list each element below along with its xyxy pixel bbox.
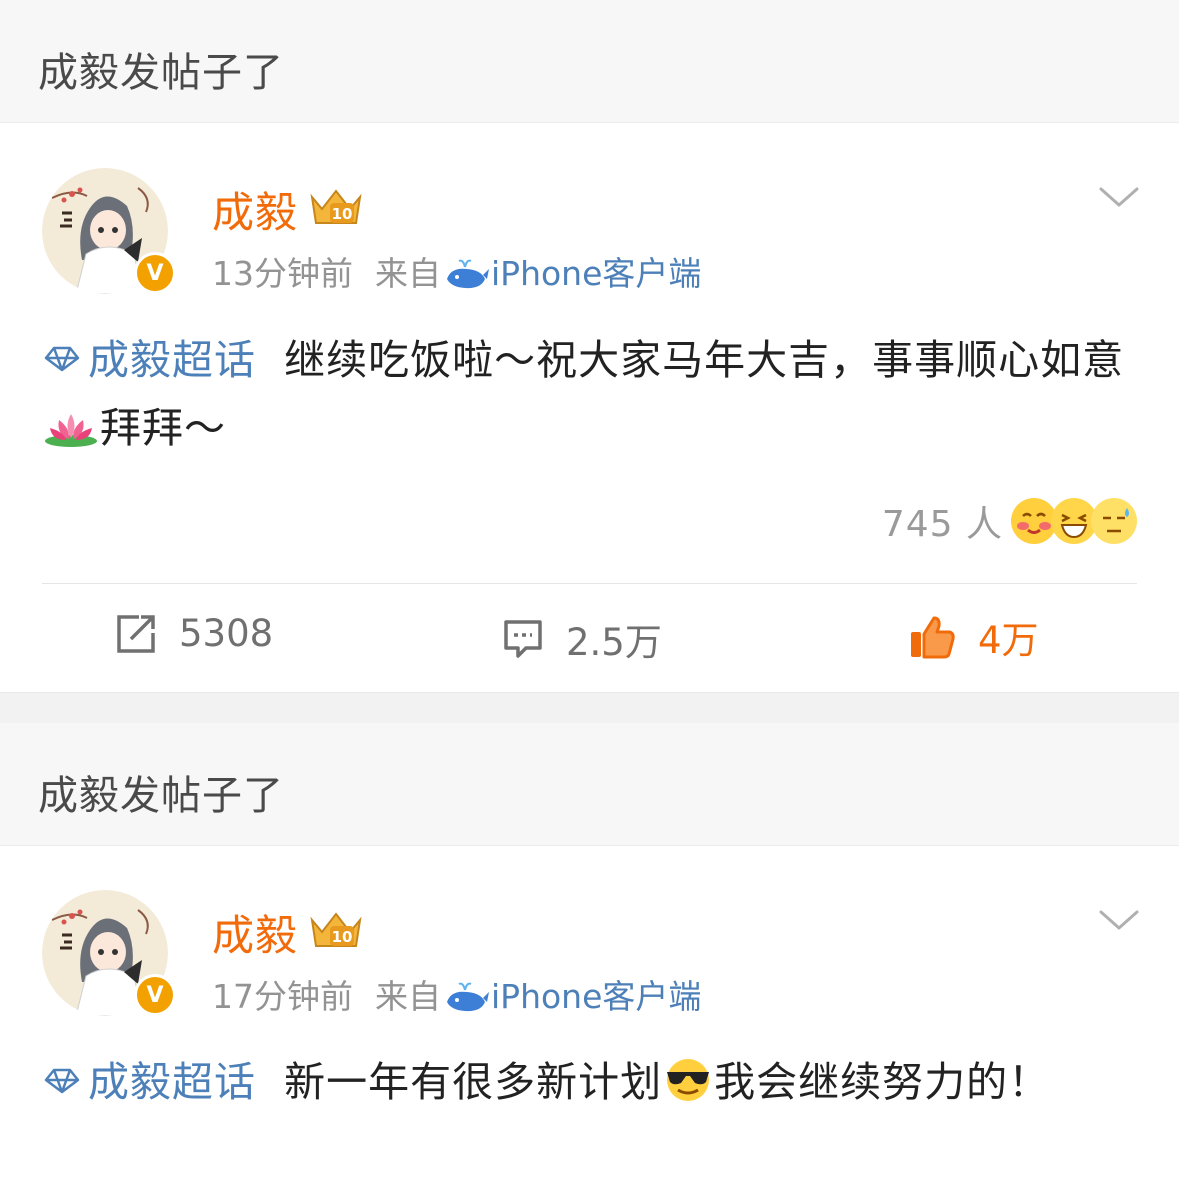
- reactions-summary[interactable]: 745 人: [882, 495, 1137, 547]
- member-level-crown-icon[interactable]: 10: [308, 185, 364, 229]
- diamond-icon: [44, 346, 80, 372]
- feed-gap: [0, 692, 1179, 724]
- post-text-end: 我会继续努力的！: [714, 1058, 1051, 1106]
- comment-icon: [504, 620, 542, 658]
- reaction-count: 745 人: [881, 504, 1003, 545]
- post-time: 13分钟前: [212, 254, 353, 293]
- card-header-title: 成毅发帖子了: [38, 50, 284, 96]
- feed-card-header: 成毅发帖子了: [0, 723, 1179, 846]
- avatar[interactable]: V: [42, 890, 176, 1016]
- thumbs-up-icon: [911, 616, 955, 659]
- whale-icon: [447, 259, 489, 289]
- post-content: 成毅超话 新一年有很多新计划 我会继续努力的！: [42, 1048, 1137, 1116]
- weibo-post[interactable]: V 成毅 10 17分钟前 来自 iPhone客户端 成毅超话 新一年有很多新计划 我…: [0, 846, 1179, 1193]
- member-level-crown-icon[interactable]: 10: [308, 908, 364, 952]
- verified-badge: V: [134, 252, 176, 294]
- comment-button[interactable]: 2.5万: [502, 612, 662, 666]
- chevron-down-icon[interactable]: [1098, 908, 1140, 932]
- action-bar: 5308 2.5万 4万: [0, 584, 1179, 690]
- username[interactable]: 成毅: [212, 179, 298, 240]
- post-text: 新一年有很多新计划: [284, 1058, 663, 1106]
- post-text-end: 拜拜～: [100, 404, 226, 452]
- verified-badge: V: [134, 974, 176, 1016]
- card-header-title: 成毅发帖子了: [38, 773, 284, 819]
- member-level: 10: [332, 928, 353, 946]
- like-count: 4万: [978, 619, 1039, 662]
- post-text: 继续吃饭啦～祝大家马年大吉，事事顺心如意: [284, 336, 1125, 384]
- source-label: 来自: [375, 977, 441, 1016]
- weibo-post[interactable]: V 成毅 10 13分钟前 来自 iPhone客户端 成毅超话 继续吃饭啦～祝大家马…: [0, 123, 1179, 692]
- whale-icon: [447, 982, 489, 1012]
- super-topic-link[interactable]: 成毅超话: [42, 1058, 256, 1106]
- diamond-icon: [44, 1068, 80, 1094]
- sweat-face-icon: [1091, 498, 1137, 544]
- client-link[interactable]: iPhone客户端: [491, 254, 701, 293]
- comment-count: 2.5万: [566, 621, 662, 664]
- repost-count: 5308: [179, 612, 274, 655]
- repost-icon: [117, 614, 155, 653]
- chevron-down-icon[interactable]: [1098, 185, 1140, 209]
- member-level: 10: [332, 205, 353, 223]
- post-meta: 13分钟前 来自 iPhone客户端: [212, 247, 701, 295]
- client-link[interactable]: iPhone客户端: [491, 977, 701, 1016]
- post-time: 17分钟前: [212, 977, 353, 1016]
- cool-face-icon: [667, 1059, 710, 1101]
- username[interactable]: 成毅: [212, 902, 298, 963]
- post-content: 成毅超话 继续吃饭啦～祝大家马年大吉，事事顺心如意拜拜～: [42, 326, 1137, 462]
- lotus-icon: [45, 414, 97, 447]
- repost-button[interactable]: 5308: [115, 612, 273, 655]
- super-topic-link[interactable]: 成毅超话: [42, 336, 256, 384]
- avatar[interactable]: V: [42, 168, 176, 294]
- post-meta: 17分钟前 来自 iPhone客户端: [212, 970, 701, 1018]
- feed-card-header: 成毅发帖子了: [0, 0, 1179, 123]
- source-label: 来自: [375, 254, 441, 293]
- like-button[interactable]: 4万: [908, 610, 1039, 664]
